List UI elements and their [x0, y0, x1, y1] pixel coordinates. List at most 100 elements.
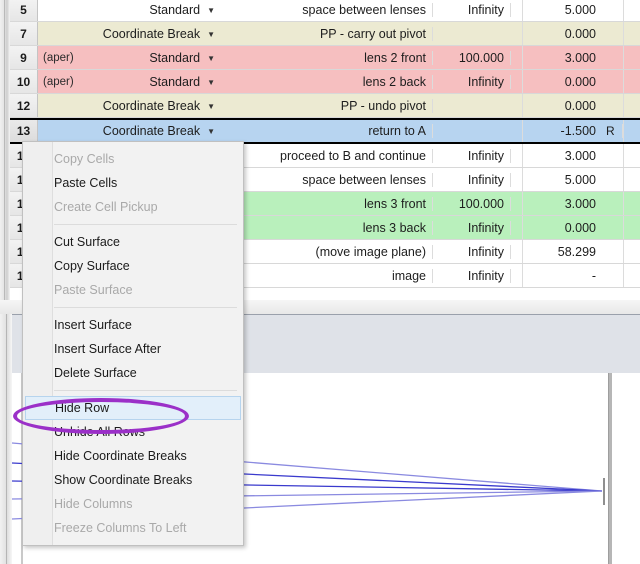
comment-cell[interactable]: proceed to B and continue	[218, 148, 433, 163]
radius-solve-cell[interactable]	[511, 192, 523, 215]
thickness-cell[interactable]: -	[523, 269, 603, 283]
thickness-cell[interactable]: 0.000	[523, 221, 603, 235]
coating-cell[interactable]	[624, 22, 640, 45]
radius-solve-cell[interactable]	[511, 168, 523, 191]
radius-cell[interactable]: Infinity	[433, 2, 511, 17]
thickness-solve-flag[interactable]: R	[603, 124, 623, 138]
radius-solve-cell[interactable]	[511, 264, 523, 287]
surface-type-cell[interactable]: Coordinate Break ▼	[88, 27, 218, 41]
menu-item-freeze-columns-to-left: Freeze Columns To Left	[54, 521, 187, 535]
chevron-down-icon[interactable]: ▼	[207, 54, 215, 63]
menu-separator	[54, 224, 237, 225]
row-number-cell: 9	[10, 46, 38, 69]
radius-solve-cell[interactable]	[511, 216, 523, 239]
row-number-cell: 10	[10, 70, 38, 93]
radius-cell[interactable]: 100.000	[433, 50, 511, 65]
menu-item-show-coordinate-breaks[interactable]: Show Coordinate Breaks	[23, 468, 243, 492]
thickness-cell[interactable]: 5.000	[523, 3, 603, 17]
surface-type-cell[interactable]: Coordinate Break ▼	[88, 124, 218, 138]
thickness-cell[interactable]: 3.000	[523, 149, 603, 163]
coating-cell[interactable]	[624, 144, 640, 167]
coating-cell[interactable]	[624, 46, 640, 69]
radius-cell[interactable]: Infinity	[433, 244, 511, 259]
radius-solve-cell[interactable]	[511, 120, 523, 142]
thickness-cell[interactable]: 3.000	[523, 197, 603, 211]
menu-item-insert-surface[interactable]: Insert Surface	[23, 313, 243, 337]
chevron-down-icon[interactable]: ▼	[207, 127, 215, 136]
menu-item-delete-surface[interactable]: Delete Surface	[23, 361, 243, 385]
menu-item-paste-cells[interactable]: Paste Cells	[23, 171, 243, 195]
menu-item-hide-row[interactable]: Hide Row	[25, 396, 241, 420]
comment-cell[interactable]: lens 3 back	[218, 220, 433, 235]
table-row[interactable]: 10 (aper) Standard ▼ lens 2 back Infinity 0.00…	[10, 70, 640, 94]
coating-cell[interactable]	[624, 192, 640, 215]
aperture-cell[interactable]: (aper)	[38, 52, 88, 64]
menu-item-unhide-all-rows[interactable]: Unhide All Rows	[23, 420, 243, 444]
surface-type-cell[interactable]: Standard ▼	[88, 75, 218, 89]
coating-cell[interactable]	[624, 264, 640, 287]
radius-cell[interactable]: Infinity	[433, 220, 511, 235]
radius-cell[interactable]: Infinity	[433, 148, 511, 163]
thickness-cell[interactable]: 5.000	[523, 173, 603, 187]
chevron-down-icon[interactable]: ▼	[207, 30, 215, 39]
surface-type-label: Coordinate Break	[102, 26, 201, 41]
comment-cell[interactable]: lens 3 front	[218, 196, 433, 211]
radius-solve-cell[interactable]	[511, 144, 523, 167]
surface-type-cell[interactable]: Standard ▼	[88, 51, 218, 65]
thickness-cell[interactable]: 3.000	[523, 51, 603, 65]
menu-item-insert-surface-after[interactable]: Insert Surface After	[23, 337, 243, 361]
radius-cell[interactable]: 100.000	[433, 196, 511, 211]
radius-solve-cell[interactable]	[511, 0, 523, 21]
coating-cell[interactable]	[624, 0, 640, 21]
surface-type-cell[interactable]: Coordinate Break ▼	[88, 99, 218, 113]
thickness-cell[interactable]: 0.000	[523, 99, 603, 113]
comment-cell[interactable]: return to A	[218, 124, 433, 138]
surface-type-label: Standard	[149, 2, 201, 17]
coating-cell[interactable]	[624, 70, 640, 93]
row-number-cell: 7	[10, 22, 38, 45]
coating-cell[interactable]	[624, 168, 640, 191]
comment-cell[interactable]: lens 2 front	[218, 50, 433, 65]
menu-item-cut-surface[interactable]: Cut Surface	[23, 230, 243, 254]
surface-type-label: Coordinate Break	[102, 124, 201, 138]
context-menu-items: Copy Cells Paste Cells Create Cell Pickup C…	[23, 142, 243, 545]
comment-cell[interactable]: PP - carry out pivot	[218, 26, 433, 41]
radius-solve-cell[interactable]	[511, 46, 523, 69]
comment-cell[interactable]: PP - undo pivot	[218, 98, 433, 113]
comment-cell[interactable]: lens 2 back	[218, 74, 433, 89]
radius-cell[interactable]: Infinity	[433, 268, 511, 283]
comment-cell[interactable]: space between lenses	[218, 172, 433, 187]
menu-item-hide-coordinate-breaks[interactable]: Hide Coordinate Breaks	[23, 444, 243, 468]
coating-cell[interactable]	[624, 120, 640, 142]
coating-cell[interactable]	[624, 240, 640, 263]
table-row[interactable]: 5 Standard ▼ space between lenses Infinity 5.…	[10, 0, 640, 22]
radius-cell[interactable]: Infinity	[433, 172, 511, 187]
comment-cell[interactable]: (move image plane)	[218, 244, 433, 259]
chevron-down-icon[interactable]: ▼	[207, 78, 215, 87]
thickness-cell[interactable]: 58.299	[523, 245, 603, 259]
application-window: 4(aper)Standard▼lens 1 backInfinity0.000…	[0, 0, 640, 564]
radius-solve-cell[interactable]	[511, 94, 523, 117]
coating-cell[interactable]	[624, 94, 640, 117]
table-row[interactable]: 12 Coordinate Break ▼ PP - undo pivot 0.000	[10, 94, 640, 118]
thickness-cell[interactable]: -1.500	[523, 124, 603, 138]
context-menu[interactable]: Copy Cells Paste Cells Create Cell Pickup C…	[22, 141, 244, 546]
radius-solve-cell[interactable]	[511, 240, 523, 263]
thickness-cell[interactable]: 0.000	[523, 75, 603, 89]
comment-cell[interactable]: image	[218, 268, 433, 283]
coating-cell[interactable]	[624, 216, 640, 239]
sheet-left-gutter	[0, 0, 10, 300]
thickness-cell[interactable]: 0.000	[523, 27, 603, 41]
table-row[interactable]: 7 Coordinate Break ▼ PP - carry out pivot 0.…	[10, 22, 640, 46]
surface-type-cell[interactable]: Standard ▼	[88, 3, 218, 17]
radius-solve-cell[interactable]	[511, 70, 523, 93]
chevron-down-icon[interactable]: ▼	[207, 6, 215, 15]
aperture-cell[interactable]: (aper)	[38, 76, 88, 88]
row-number-cell: 5	[10, 0, 38, 21]
comment-cell[interactable]: space between lenses	[218, 2, 433, 17]
table-row[interactable]: 9 (aper) Standard ▼ lens 2 front 100.000 3.000	[10, 46, 640, 70]
menu-item-copy-surface[interactable]: Copy Surface	[23, 254, 243, 278]
radius-solve-cell[interactable]	[511, 22, 523, 45]
chevron-down-icon[interactable]: ▼	[207, 102, 215, 111]
radius-cell[interactable]: Infinity	[433, 74, 511, 89]
